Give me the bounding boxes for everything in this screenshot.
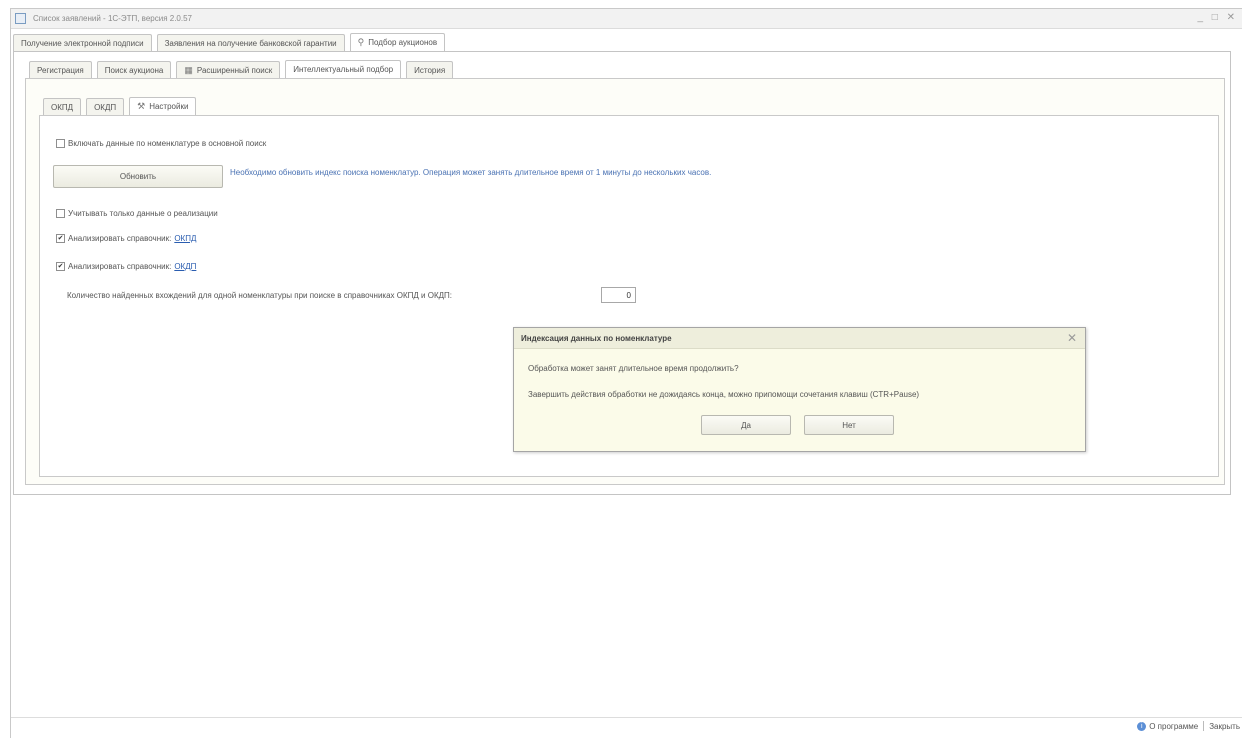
only-sales-option[interactable]: Учитывать только данные о реализации: [56, 209, 218, 218]
tab-settings[interactable]: ⚒ Настройки: [129, 97, 197, 115]
count-input[interactable]: 0: [601, 287, 636, 303]
okdp-link[interactable]: ОКДП: [174, 262, 196, 271]
tab-registration[interactable]: Регистрация: [29, 61, 92, 78]
include-nomenclature-option[interactable]: Включать данные по номенклатуре в основн…: [56, 139, 266, 148]
close-link[interactable]: Закрыть: [1209, 722, 1240, 731]
analyze-okpd-option[interactable]: ✔ Анализировать справочник: ОКПД: [56, 234, 196, 243]
app-icon: [15, 13, 26, 24]
tab-electronic-signature[interactable]: Получение электронной подписи: [13, 34, 152, 51]
tab-okdp[interactable]: ОКДП: [86, 98, 125, 115]
include-nomenclature-checkbox[interactable]: [56, 139, 65, 148]
yes-button[interactable]: Да: [701, 415, 791, 435]
close-icon[interactable]: ✕: [1067, 331, 1077, 345]
search-grid-icon: ▦: [184, 64, 193, 75]
title-bar: Список заявлений - 1С-ЭТП, версия 2.0.57…: [11, 9, 1242, 29]
dialog-title-bar: Индексация данных по номенклатуре ✕: [514, 328, 1085, 349]
tab-auction-search[interactable]: Поиск аукциона: [96, 61, 172, 78]
only-sales-checkbox[interactable]: [56, 209, 65, 218]
update-button[interactable]: Обновить: [53, 165, 223, 188]
magic-wand-icon: ⚲: [357, 37, 365, 47]
window-controls[interactable]: _ □ ✕: [1197, 12, 1238, 23]
window-title: Список заявлений - 1С-ЭТП, версия 2.0.57: [33, 14, 192, 23]
sub-tabs: Регистрация Поиск аукциона ▦ Расширенный …: [29, 60, 458, 78]
footer-separator: [1203, 721, 1205, 731]
tab-intelligent-selection[interactable]: Интеллектуальный подбор: [285, 60, 402, 78]
dialog-question: Обработка может занят длительное время п…: [528, 364, 739, 373]
update-note: Необходимо обновить индекс поиска номенк…: [230, 168, 712, 177]
analyze-okdp-option[interactable]: ✔ Анализировать справочник: ОКДП: [56, 262, 196, 271]
info-icon: i: [1137, 721, 1147, 731]
okpd-link[interactable]: ОКПД: [174, 234, 196, 243]
analyze-okdp-checkbox[interactable]: ✔: [56, 262, 65, 271]
tab-extended-search[interactable]: ▦ Расширенный поиск: [176, 61, 281, 78]
footer: i О программе Закрыть: [1137, 721, 1240, 731]
analyze-okpd-checkbox[interactable]: ✔: [56, 234, 65, 243]
inner-tabs: ОКПД ОКДП ⚒ Настройки: [43, 97, 201, 115]
app-window: Список заявлений - 1С-ЭТП, версия 2.0.57…: [10, 8, 1242, 738]
about-link[interactable]: О программе: [1149, 722, 1198, 731]
tab-okpd[interactable]: ОКПД: [43, 98, 82, 115]
tab-bank-guarantee[interactable]: Заявления на получение банковской гарант…: [156, 34, 345, 51]
dialog-title: Индексация данных по номенклатуре: [521, 334, 672, 343]
tab-history[interactable]: История: [406, 61, 454, 78]
tab-auction-selection[interactable]: ⚲ Подбор аукционов: [349, 33, 446, 51]
indexing-dialog: Индексация данных по номенклатуре ✕ Обра…: [513, 327, 1086, 452]
count-label: Количество найденных вхождений для одной…: [67, 291, 453, 300]
dialog-hint: Завершить действия обработки не дожидаяс…: [528, 390, 920, 399]
no-button[interactable]: Нет: [804, 415, 894, 435]
footer-divider: [11, 717, 1242, 718]
tools-icon: ⚒: [137, 101, 146, 111]
top-tabs: Получение электронной подписи Заявления …: [13, 33, 450, 51]
